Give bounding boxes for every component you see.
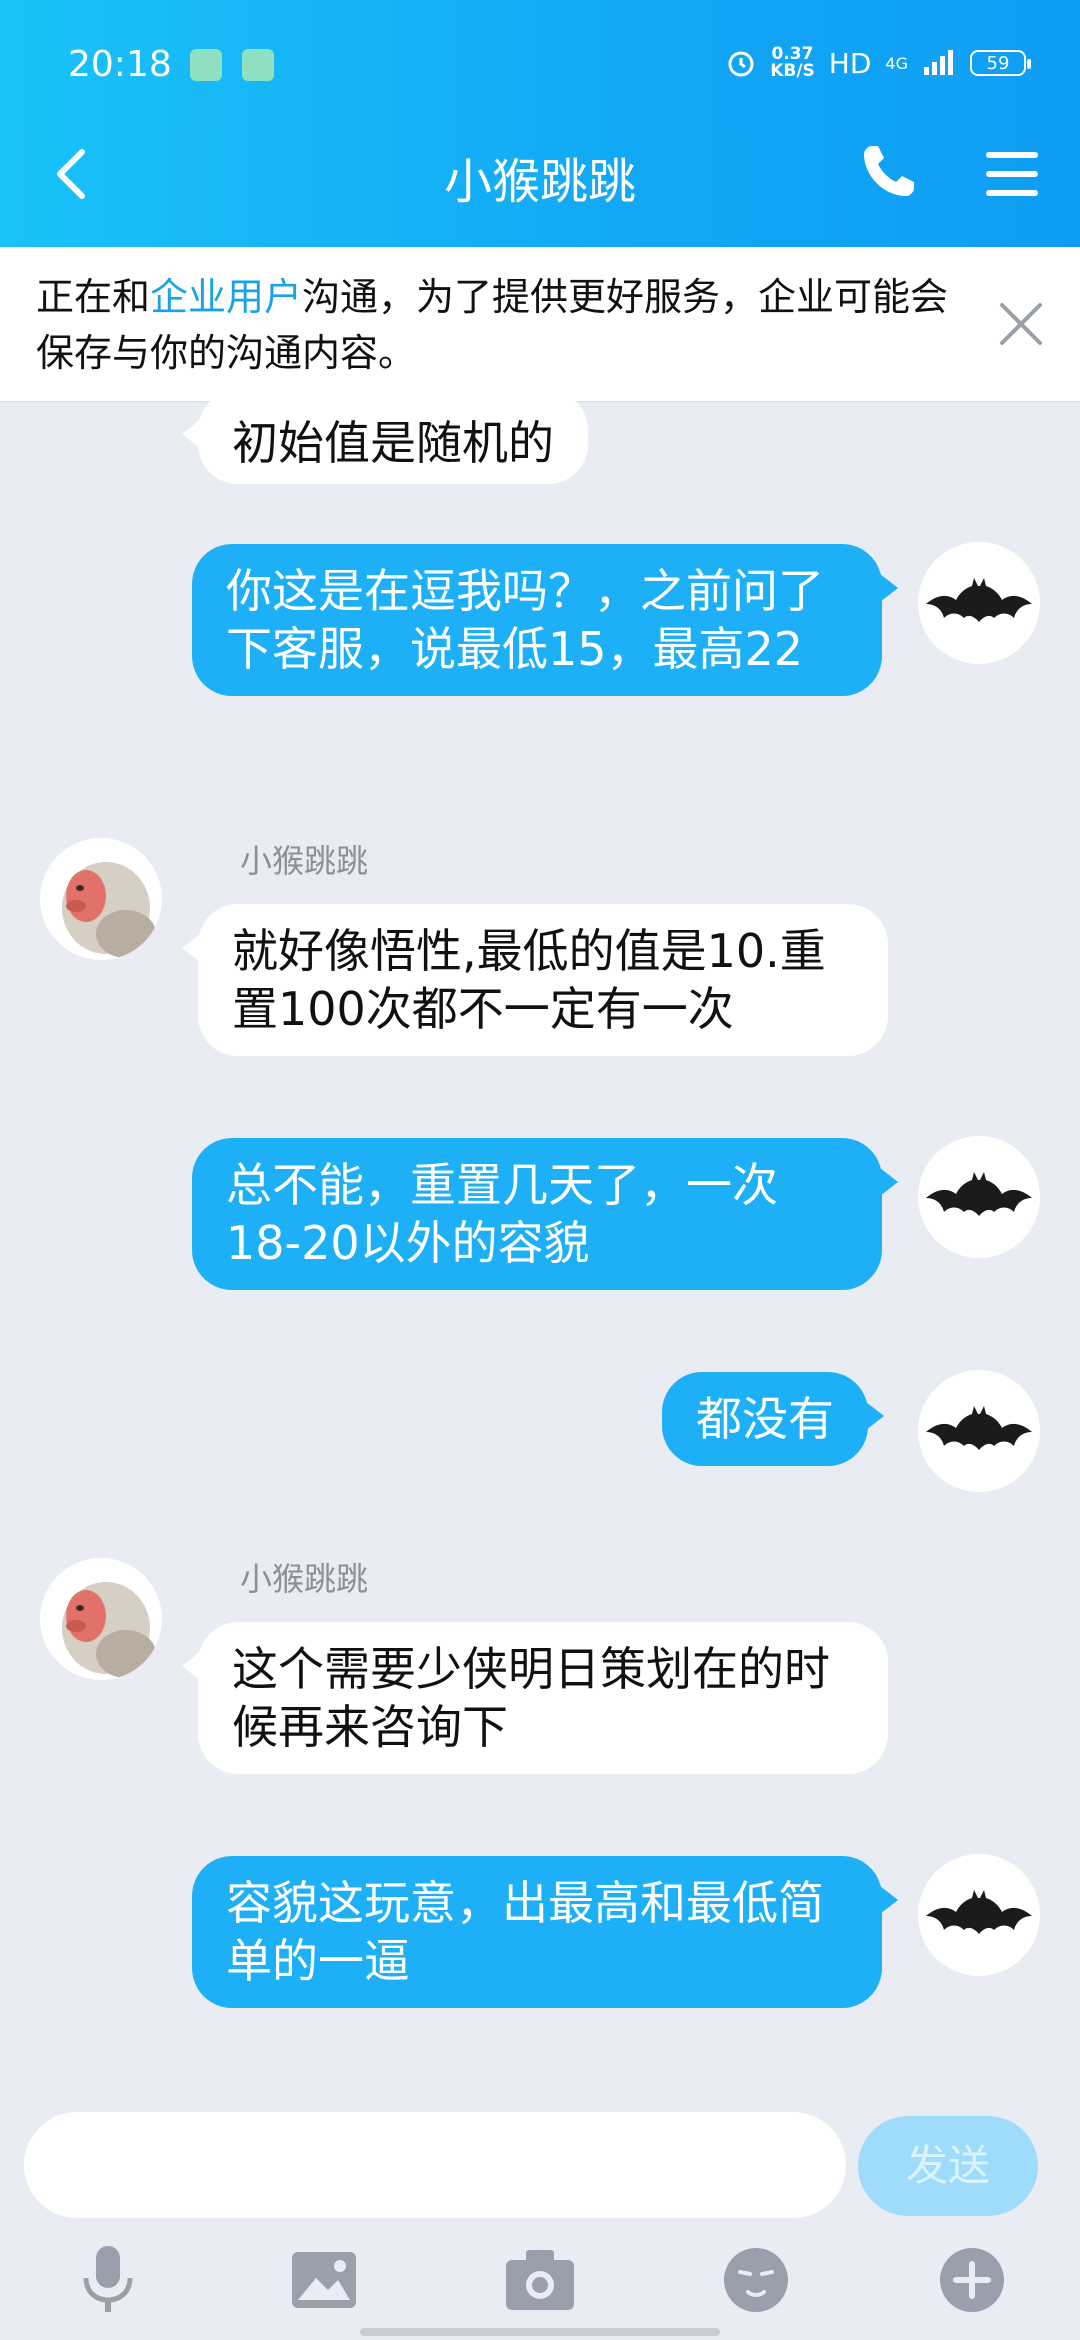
network-speed: 0.37 KB/S [770, 46, 815, 80]
bat-avatar-icon [926, 1172, 1032, 1216]
input-toolbar [0, 2240, 1080, 2320]
contact-avatar[interactable] [40, 838, 162, 960]
bat-avatar-icon [926, 578, 1032, 622]
my-avatar[interactable] [918, 1370, 1040, 1492]
message-text: 容貌这玩意，出最高和最低简单的一逼 [226, 1876, 824, 1988]
sender-name: 小猴跳跳 [240, 842, 369, 880]
plus-icon[interactable] [932, 2240, 1012, 2320]
home-indicator [360, 2328, 720, 2336]
close-icon[interactable] [992, 295, 1050, 353]
battery-icon: 59 [970, 50, 1031, 76]
alarm-icon [728, 51, 754, 77]
my-avatar[interactable] [918, 542, 1040, 664]
message-text: 你这是在逗我吗？，之前问了下客服，说最低15，最高22 [226, 564, 824, 676]
top-bar: 20:18 0.37 KB/S HD 4G 59 小猴跳跳 [0, 0, 1080, 247]
message-list[interactable]: 初始值是随机的 你这是在逗我吗？，之前问了下客服，说最低15，最高22 小猴跳跳… [0, 390, 1080, 2102]
bat-avatar-icon [926, 1890, 1032, 1934]
status-right: 0.37 KB/S HD 4G 59 [726, 46, 1031, 80]
privacy-notice: 正在和企业用户沟通，为了提供更好服务，企业可能会保存与你的沟通内容。 [0, 247, 1080, 402]
message-text: 都没有 [696, 1392, 834, 1446]
microphone-icon[interactable] [68, 2240, 148, 2320]
message-text: 总不能，重置几天了，一次18-20以外的容貌 [226, 1158, 778, 1270]
hd-indicator: HD [828, 46, 872, 80]
message-bubble-outgoing[interactable]: 总不能，重置几天了，一次18-20以外的容貌 [192, 1138, 898, 1290]
notification-icon [242, 49, 274, 81]
speed-unit: KB/S [770, 61, 815, 81]
notice-prefix: 正在和 [36, 275, 151, 319]
network-type: 4G [885, 53, 908, 73]
nav-bar: 小猴跳跳 [0, 120, 1080, 230]
signal-icon [924, 50, 953, 75]
message-bubble-incoming[interactable]: 这个需要少侠明日策划在的时候再来咨询下 [182, 1622, 888, 1774]
message-text: 初始值是随机的 [232, 416, 554, 470]
message-bubble-incoming[interactable]: 就好像悟性,最低的值是10.重置100次都不一定有一次 [182, 904, 888, 1056]
my-avatar[interactable] [918, 1854, 1040, 1976]
input-bar: 发送 [0, 2100, 1080, 2340]
battery-level: 59 [986, 52, 1010, 74]
phone-icon[interactable] [856, 140, 920, 204]
menu-icon[interactable] [980, 142, 1044, 206]
image-icon[interactable] [284, 2240, 364, 2320]
enterprise-user-link[interactable]: 企业用户 [150, 275, 302, 319]
contact-avatar[interactable] [40, 1558, 162, 1680]
status-bar: 20:18 0.37 KB/S HD 4G 59 [0, 40, 1080, 90]
message-bubble-outgoing[interactable]: 容貌这玩意，出最高和最低简单的一逼 [192, 1856, 898, 2008]
message-text: 这个需要少侠明日策划在的时候再来咨询下 [232, 1642, 830, 1754]
bat-avatar-icon [926, 1406, 1032, 1450]
monkey-avatar-icon [62, 1582, 156, 1678]
my-avatar[interactable] [918, 1136, 1040, 1258]
send-button[interactable]: 发送 [858, 2116, 1038, 2216]
message-text: 就好像悟性,最低的值是10.重置100次都不一定有一次 [232, 924, 826, 1036]
status-time: 20:18 [68, 44, 172, 85]
emoji-icon[interactable] [716, 2240, 796, 2320]
monkey-avatar-icon [62, 862, 156, 958]
message-bubble-outgoing[interactable]: 都没有 [662, 1372, 884, 1466]
sender-name: 小猴跳跳 [240, 1560, 369, 1598]
message-bubble-incoming[interactable]: 初始值是随机的 [182, 390, 588, 484]
camera-icon[interactable] [500, 2240, 580, 2320]
notification-icon [190, 49, 222, 81]
message-input[interactable] [24, 2112, 846, 2218]
notice-text: 正在和企业用户沟通，为了提供更好服务，企业可能会保存与你的沟通内容。 [36, 269, 976, 381]
message-bubble-outgoing[interactable]: 你这是在逗我吗？，之前问了下客服，说最低15，最高22 [192, 544, 898, 696]
